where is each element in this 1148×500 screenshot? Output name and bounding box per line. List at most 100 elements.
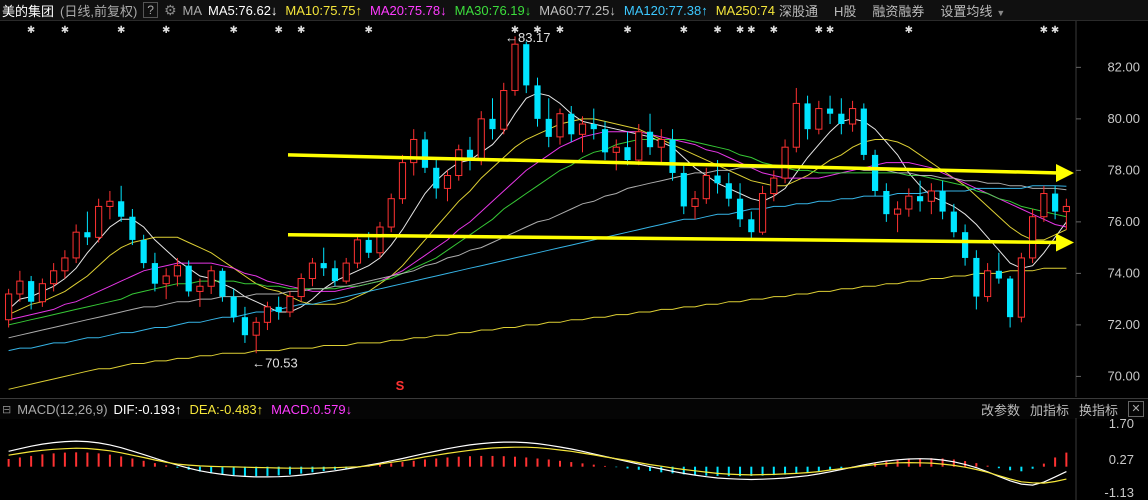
candle-body[interactable] [38,283,46,303]
candle-body[interactable] [973,257,980,297]
candle-body[interactable] [950,211,957,233]
candle-body[interactable] [320,263,327,269]
event-star-marker[interactable]: ✱ [713,25,721,36]
candle-body[interactable] [342,262,350,282]
macd-collapse-icon[interactable]: ⊟ [2,403,11,416]
candle-body[interactable] [353,239,362,264]
candle-body[interactable] [72,231,80,259]
candle-body[interactable] [883,190,890,215]
candle-body[interactable] [129,216,136,240]
candle-body[interactable] [578,123,587,135]
candle-body[interactable] [286,296,294,313]
candle-body[interactable] [669,139,676,173]
candle-body[interactable] [871,154,879,191]
candle-body[interactable] [443,175,452,189]
candle-body[interactable] [590,124,597,130]
candle-body[interactable] [151,263,159,284]
candle-body[interactable] [1029,216,1037,259]
candle-body[interactable] [646,131,654,148]
event-star-marker[interactable]: ✱ [1051,25,1059,36]
candle-body[interactable] [860,108,867,155]
candle-body[interactable] [106,200,114,207]
header-menu-item[interactable]: H股 [834,4,856,19]
candle-body[interactable] [702,175,710,200]
candle-body[interactable] [511,43,519,92]
event-star-marker[interactable]: ✱ [770,25,778,36]
candle-body[interactable] [545,118,552,137]
candle-body[interactable] [140,239,147,264]
macd-chart[interactable]: 1.70 0.27 -1.13 [0,418,1148,500]
candle-body[interactable] [61,257,69,272]
event-star-marker[interactable]: ✱ [61,25,69,36]
candle-body[interactable] [612,146,620,153]
event-star-marker[interactable]: ✱ [736,25,744,36]
candle-body[interactable] [489,118,496,130]
candle-body[interactable] [680,172,687,207]
candle-body[interactable] [433,167,440,189]
candle-body[interactable] [95,205,103,238]
candle-body[interactable] [241,317,249,336]
candle-body[interactable] [500,90,508,130]
candle-body[interactable] [691,198,699,207]
event-star-marker[interactable]: ✱ [274,25,282,36]
switch-indicator-button[interactable]: 换指标 [1079,400,1118,419]
macd-title[interactable]: MACD(12,26,9) [17,402,107,417]
event-star-marker[interactable]: ✱ [117,25,125,36]
event-star-marker[interactable]: ✱ [623,25,631,36]
help-button[interactable]: ? [143,2,158,18]
candle-body[interactable] [984,270,992,298]
header-menu-item[interactable]: 设置均线 [940,4,992,19]
event-star-marker[interactable]: ✱ [815,25,823,36]
candle-body[interactable] [196,285,204,292]
candle-body[interactable] [477,118,485,161]
candle-body[interactable] [84,232,91,238]
candle-body[interactable] [838,113,845,125]
candle-body[interactable] [815,108,823,130]
candle-body[interactable] [387,198,395,228]
event-star-marker[interactable]: ✱ [1040,25,1048,36]
event-star-marker[interactable]: ✱ [229,25,237,36]
header-menu-item[interactable]: 融资融券 [872,4,924,19]
candle-body[interactable] [1052,193,1059,212]
close-icon[interactable]: ✕ [1128,401,1144,417]
candle-body[interactable] [5,293,13,321]
stock-name[interactable]: 美的集团 [2,1,54,20]
candle-body[interactable] [365,239,372,253]
candle-body[interactable] [252,321,260,336]
candle-body[interactable] [927,190,935,202]
candle-body[interactable] [758,193,767,233]
candle-body[interactable] [523,44,530,86]
candle-body[interactable] [748,219,755,233]
candle-body[interactable] [624,147,631,161]
event-star-marker[interactable]: ✱ [365,25,373,36]
candle-body[interactable] [939,190,946,212]
event-star-marker[interactable]: ✱ [747,25,755,36]
candle-body[interactable] [736,198,744,220]
add-indicator-button[interactable]: 加指标 [1030,400,1069,419]
candle-body[interactable] [162,275,170,285]
candle-body[interactable] [995,270,1002,279]
candle-body[interactable] [185,265,192,292]
candle-body[interactable] [50,270,58,285]
candle-body[interactable] [230,296,237,318]
candle-body[interactable] [173,265,182,277]
sell-signal-marker[interactable]: S [396,378,405,393]
edit-params-button[interactable]: 改参数 [981,400,1020,419]
candle-body[interactable] [657,138,665,148]
candle-body[interactable] [770,177,778,195]
candle-body[interactable] [398,162,407,200]
candle-body[interactable] [308,262,317,280]
event-star-marker[interactable]: ✱ [297,25,305,36]
candle-body[interactable] [421,139,429,168]
candle-body[interactable] [1062,205,1070,213]
candle-body[interactable] [207,270,215,287]
candle-body[interactable] [905,195,913,210]
chevron-down-icon[interactable]: ▼ [996,8,1005,18]
header-menu-item[interactable]: 深股通 [779,4,818,19]
candle-body[interactable] [16,280,24,295]
candle-body[interactable] [635,131,643,161]
candle-body[interactable] [1007,278,1014,318]
candle-body[interactable] [962,232,969,258]
candle-body[interactable] [1040,193,1048,218]
event-star-marker[interactable]: ✱ [905,25,913,36]
